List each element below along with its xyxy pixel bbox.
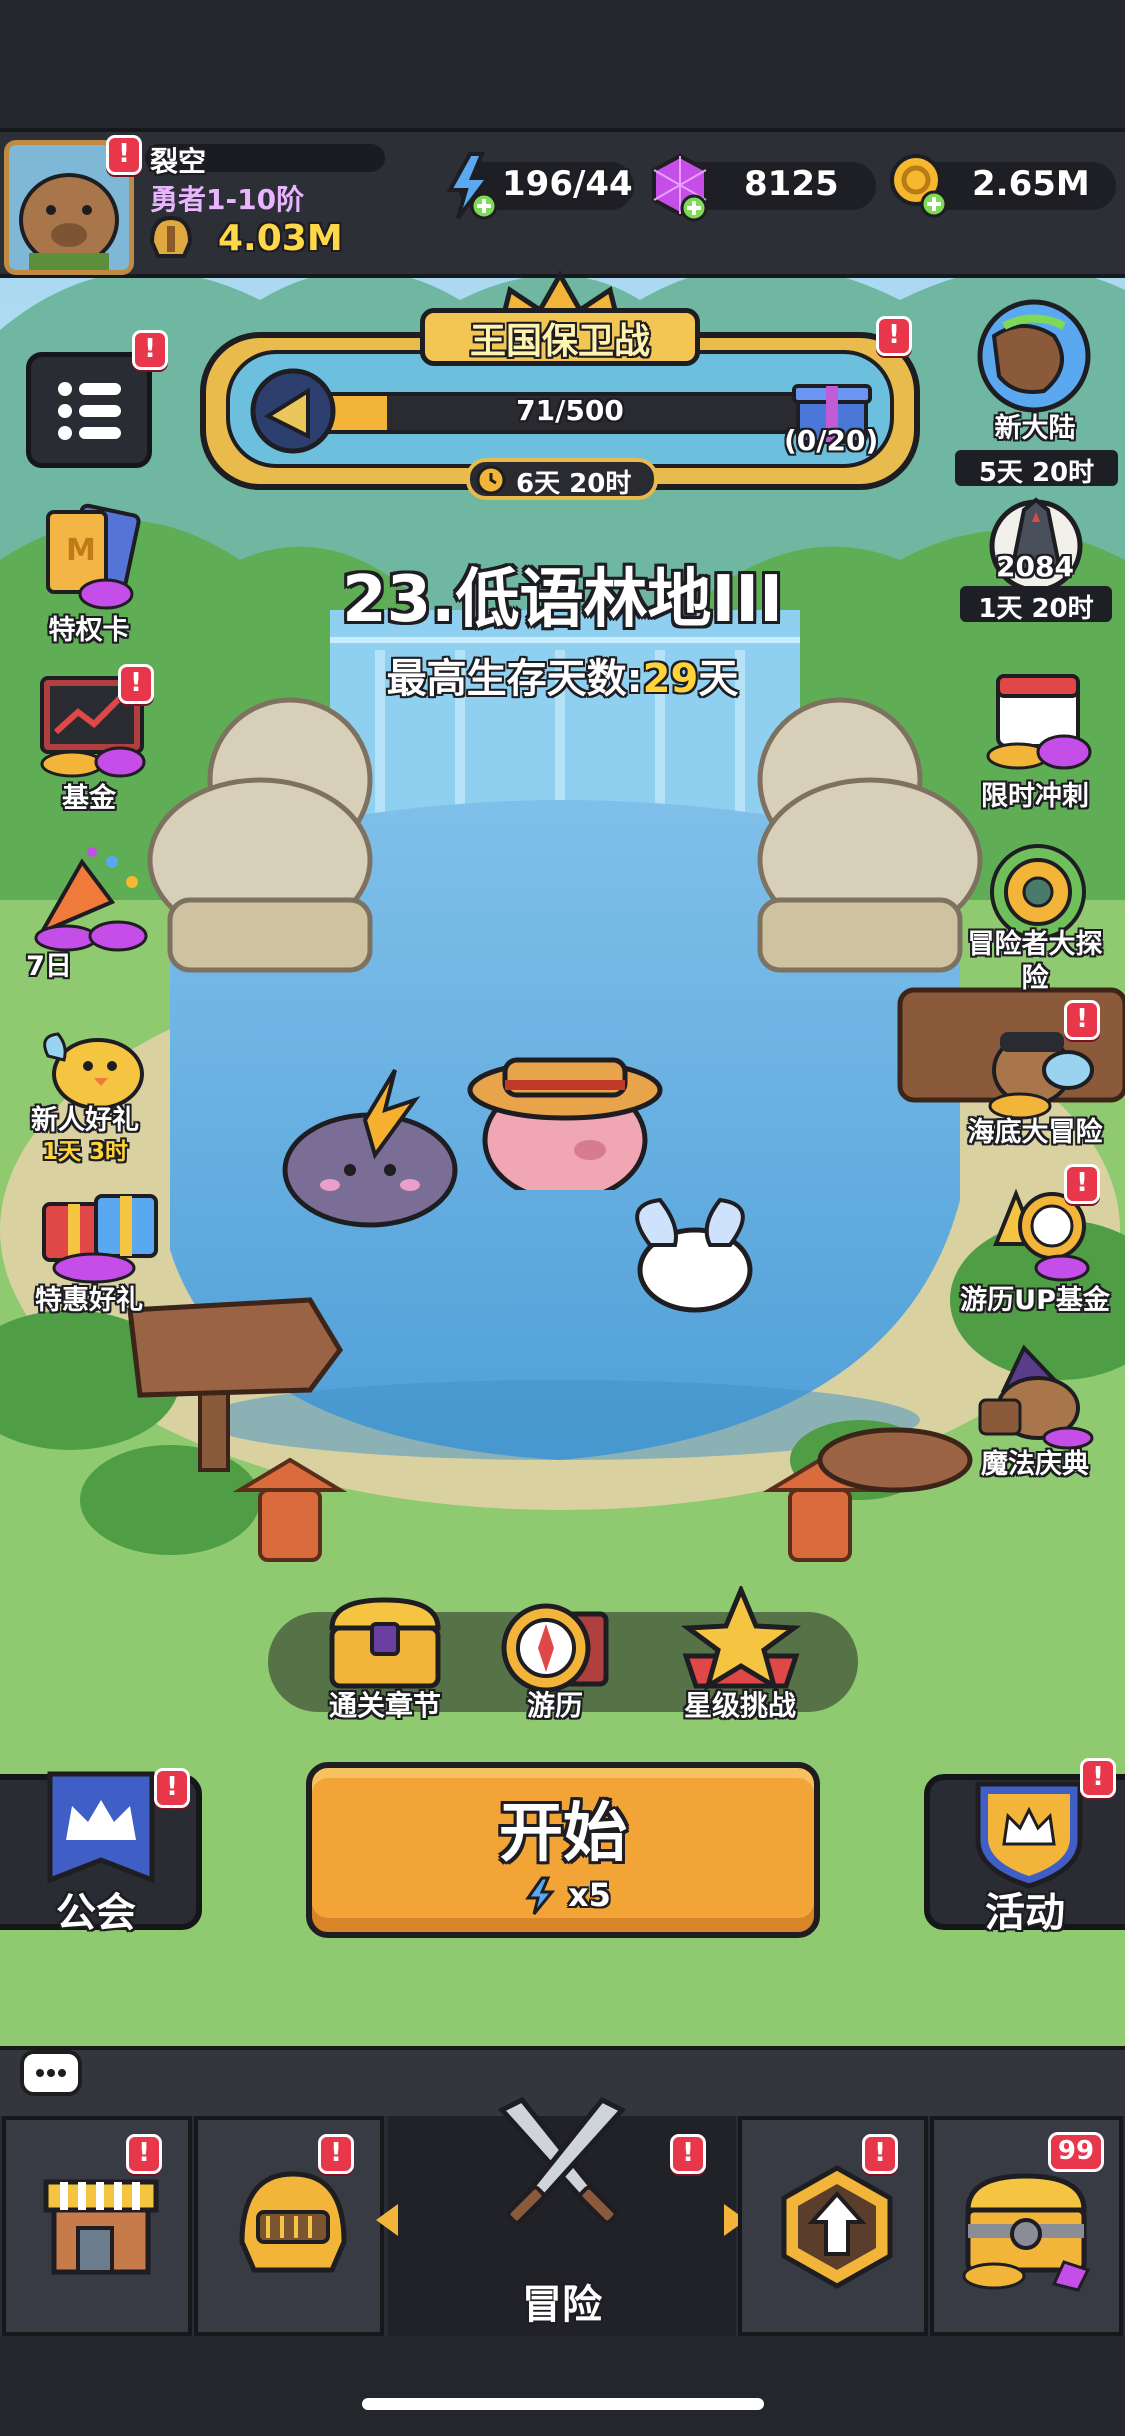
activity-label: 活动 <box>985 1890 1065 1936</box>
start-cost: x5 <box>568 1876 611 1914</box>
home-indicator[interactable] <box>362 2398 764 2410</box>
gold-coin-icon <box>890 154 948 218</box>
chapter-clear-label: 通关章节 <box>328 1689 441 1722</box>
seven-day-label: 7日 <box>26 951 72 982</box>
adventurer-explore-button[interactable]: 冒险者大探险 <box>950 840 1120 1000</box>
svg-text:M: M <box>66 533 96 568</box>
status-bar <box>0 0 1125 128</box>
privilege-card-icon: M <box>46 503 141 610</box>
cloud-character <box>282 1068 458 1228</box>
clock-icon <box>476 465 506 495</box>
activity-alert-badge: ! <box>1080 1758 1116 1798</box>
globe-icon <box>977 299 1091 413</box>
guild-alert-badge: ! <box>154 1768 190 1808</box>
travel-label: 游历 <box>526 1689 583 1722</box>
star-trophy-icon <box>680 1586 802 1692</box>
event-alert-badge: ! <box>876 316 912 356</box>
event-reward-count: (0/20) <box>784 424 879 457</box>
adventure-alert-badge: ! <box>670 2134 706 2174</box>
energy-bolt-icon <box>446 152 498 220</box>
compass-map-icon <box>501 1603 609 1693</box>
star-challenge-label: 星级挑战 <box>683 1689 796 1722</box>
pig-character <box>467 1057 663 1190</box>
gems-value: 8125 <box>744 164 839 204</box>
travel-fund-alert-badge: ! <box>1064 1164 1100 1204</box>
best-survival-value: 29 <box>642 656 699 702</box>
avatar-alert-badge: ! <box>106 135 142 175</box>
star-challenge-button[interactable]: 星级挑战 <box>660 1582 820 1732</box>
energy-value: 196/44 <box>502 164 633 204</box>
magic-festival-label: 魔法庆典 <box>981 1449 1089 1480</box>
newbie-gift-button[interactable]: 新人好礼 1天 3时 <box>4 1016 174 1166</box>
chapter-clear-button[interactable]: 通关章节 <box>310 1590 460 1730</box>
start-button[interactable]: 开始 x5 <box>306 1762 820 1938</box>
undersea-adventure-label: 海底大冒险 <box>967 1117 1103 1148</box>
player-power: 4.03M <box>218 218 343 259</box>
limited-sprint-button[interactable]: 限时冲刺 <box>950 666 1120 816</box>
treasure-chest-icon <box>329 1597 441 1689</box>
wizard-capybara-icon <box>978 1344 1094 1450</box>
helmet-icon <box>239 2171 347 2273</box>
special-gift-label: 特惠好礼 <box>35 1285 143 1316</box>
undersea-alert-badge: ! <box>1064 1000 1100 1040</box>
limited-sprint-label: 限时冲刺 <box>981 781 1089 812</box>
nav-adventure-label: 冒险 <box>522 2282 602 2328</box>
gem-icon <box>652 153 708 222</box>
chest-count-badge: 99 <box>1048 2132 1104 2172</box>
chest-icon <box>962 2173 1091 2292</box>
shop-alert-badge: ! <box>126 2134 162 2174</box>
start-energy-icon <box>525 1876 556 1915</box>
shop-icon <box>43 2179 159 2275</box>
crown-shield-icon <box>975 1781 1083 1889</box>
gift-box-icon <box>42 1194 158 1284</box>
nav-upgrade-tab[interactable] <box>738 2116 928 2336</box>
guild-label: 公会 <box>56 1890 136 1936</box>
event-progress-text: 71/500 <box>516 394 624 427</box>
tower-timer: 1天 20时 <box>978 594 1094 624</box>
privilege-card-button[interactable]: M 特权卡 <box>4 502 174 652</box>
gold-value: 2.65M <box>972 164 1090 204</box>
special-gift-button[interactable]: 特惠好礼 <box>4 1176 174 1326</box>
equipment-alert-badge: ! <box>318 2134 354 2174</box>
event-title: 王国保卫战 <box>469 321 650 362</box>
bunny-character <box>635 1197 753 1313</box>
fund-label: 基金 <box>62 783 116 814</box>
upgrade-alert-badge: ! <box>862 2134 898 2174</box>
crossed-swords-icon <box>497 2096 627 2225</box>
menu-alert-badge: ! <box>132 330 168 370</box>
home-indicator-area <box>0 2336 1125 2436</box>
list-menu-icon <box>58 382 121 440</box>
best-survival-label: 最高生存天数: <box>386 656 643 702</box>
nav-shop-tab[interactable] <box>2 2116 192 2336</box>
newbie-gift-timer: 1天 3时 <box>41 1139 128 1165</box>
seven-day-button[interactable]: 7日 <box>4 842 174 992</box>
nav-equipment-tab[interactable] <box>194 2116 384 2336</box>
new-continent-timer: 5天 20时 <box>978 458 1095 488</box>
power-helmet-icon <box>149 215 193 258</box>
travel-button[interactable]: 游历 <box>480 1590 630 1730</box>
player-name: 裂空 <box>150 145 207 178</box>
privilege-card-label: 特权卡 <box>48 615 130 646</box>
fund-alert-badge: ! <box>118 664 154 704</box>
horn-icon <box>250 368 336 454</box>
new-continent-label: 新大陆 <box>994 413 1076 444</box>
start-label: 开始 <box>499 1797 627 1871</box>
calendar-icon <box>986 674 1092 770</box>
best-survival-unit: 天 <box>698 656 739 702</box>
nav-left-arrow-icon <box>376 2204 398 2236</box>
magic-festival-button[interactable]: 魔法庆典 <box>950 1340 1120 1490</box>
adventurer-explore-label: 冒险者大探险 <box>967 929 1103 994</box>
party-popper-icon <box>34 847 148 952</box>
menu-button[interactable] <box>26 352 152 468</box>
tower-number: 2084 <box>996 550 1074 583</box>
upgrade-arrow-icon <box>781 2165 893 2289</box>
chat-button[interactable] <box>20 2050 82 2096</box>
event-timer: 6天 20时 <box>516 469 632 499</box>
chat-bubble-icon <box>36 2069 66 2077</box>
travel-up-fund-label: 游历UP基金 <box>960 1285 1110 1316</box>
